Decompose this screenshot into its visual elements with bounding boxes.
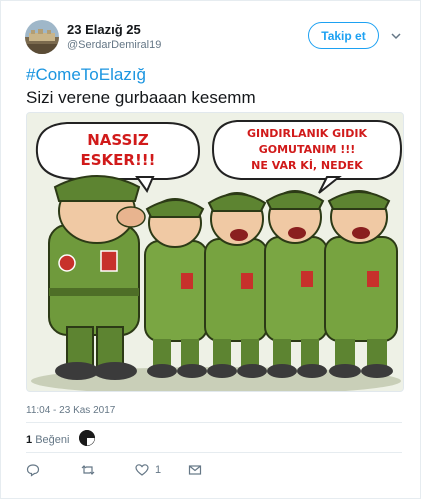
avatar-image bbox=[25, 20, 59, 54]
bubble-left-line2: ESKER!!! bbox=[81, 151, 156, 169]
tweet-media-comic[interactable]: NASSIZ ESKER!!! GINDIRLANIK GIDIK GOMUTA… bbox=[26, 112, 404, 392]
like-button[interactable]: 1 bbox=[135, 463, 161, 477]
bubble-right-line2: GOMUTANIM !!! bbox=[259, 143, 356, 156]
tweet-text: Sizi verene gurbaaan kesemm bbox=[26, 88, 256, 107]
tweet-timestamp[interactable]: 11:04 - 23 Kas 2017 bbox=[26, 405, 115, 416]
liker-avatar-image bbox=[79, 430, 95, 446]
direct-message-button[interactable] bbox=[188, 463, 202, 477]
divider bbox=[26, 422, 402, 423]
envelope-icon bbox=[188, 465, 202, 475]
user-handle[interactable]: @SerdarDemiral19 bbox=[67, 39, 161, 51]
hashtag-link[interactable]: #ComeToElazığ bbox=[26, 65, 146, 85]
follow-button[interactable]: Takip et bbox=[308, 22, 379, 49]
retweet-icon bbox=[81, 465, 95, 475]
reply-button[interactable] bbox=[26, 463, 40, 477]
bubble-right-line3: NE VAR Kİ, NEDEK bbox=[251, 158, 363, 172]
tweet-card: 23 Elazığ 25 @SerdarDemiral19 Takip et #… bbox=[0, 0, 421, 499]
display-name[interactable]: 23 Elazığ 25 bbox=[67, 22, 141, 37]
liker-avatar[interactable] bbox=[79, 430, 95, 446]
bubble-right-line1: GINDIRLANIK GIDIK bbox=[247, 127, 368, 140]
like-action-count: 1 bbox=[155, 464, 162, 476]
like-stats[interactable]: 1 Beğeni bbox=[26, 434, 69, 446]
chevron-down-icon[interactable] bbox=[389, 29, 403, 43]
heart-icon bbox=[135, 464, 149, 476]
like-stat-label: Beğeni bbox=[35, 434, 70, 446]
retweet-button[interactable] bbox=[81, 463, 95, 477]
divider bbox=[26, 452, 402, 453]
like-stat-count: 1 bbox=[26, 434, 33, 446]
avatar[interactable] bbox=[25, 20, 59, 54]
bubble-left-line1: NASSIZ bbox=[87, 131, 149, 149]
reply-icon bbox=[26, 464, 40, 477]
comic-illustration: NASSIZ ESKER!!! GINDIRLANIK GIDIK GOMUTA… bbox=[27, 113, 403, 391]
